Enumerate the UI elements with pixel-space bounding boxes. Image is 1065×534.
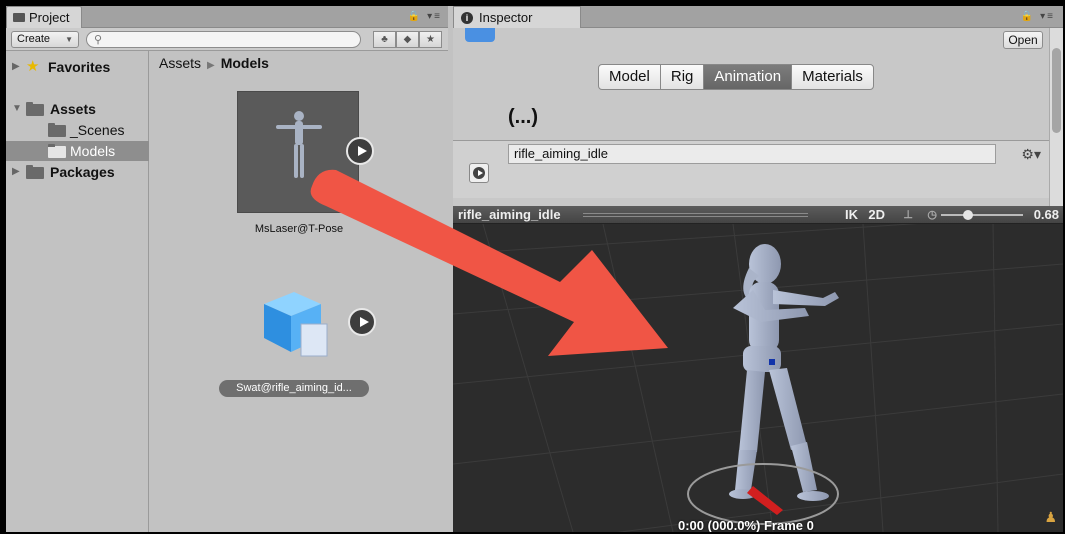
speed-icon: ◷ <box>927 209 937 221</box>
create-button-label: Create <box>17 33 51 45</box>
filter-by-label-icon[interactable]: ◆ <box>396 31 419 48</box>
asset-thumbnail-tpose[interactable] <box>237 91 374 213</box>
speed-value: 0.68 <box>1033 207 1059 222</box>
inspector-scrollbar[interactable] <box>1049 28 1063 206</box>
tab-rig[interactable]: Rig <box>659 64 705 90</box>
folder-icon <box>48 123 66 137</box>
inspector-body: Open Model Rig Animation Materials (...)… <box>453 28 1049 206</box>
tree-item-models-label: Models <box>70 143 116 159</box>
model-cube-icon <box>264 292 328 357</box>
project-folder-icon <box>13 13 25 22</box>
asset-grid: Assets ▶ Models MsLaser@T-Pose Swat@rifl… <box>149 51 448 532</box>
preview-drag-bar[interactable] <box>583 213 808 217</box>
asset-label-tpose: MsLaser@T-Pose <box>254 223 344 235</box>
tab-inspector[interactable]: i Inspector <box>453 6 581 28</box>
asset-label-swat: Swat@rifle_aiming_id... <box>219 380 369 397</box>
tree-item-assets-label: Assets <box>50 101 96 117</box>
tab-inspector-label: Inspector <box>479 10 533 25</box>
preview-clip-name: rifle_aiming_idle <box>458 207 561 222</box>
info-icon: i <box>461 12 473 24</box>
preview-header: rifle_aiming_idle IK 2D ⊥ ◷ 0.68 <box>453 206 1063 224</box>
chevron-down-icon: ▼ <box>65 35 73 44</box>
tab-materials[interactable]: Materials <box>791 64 874 90</box>
tree-item-models[interactable]: Models <box>6 141 149 161</box>
breadcrumb-current[interactable]: Models <box>221 55 269 71</box>
project-toolbar: Create ▼ ⚲ ♣ ◆ ★ <box>6 28 448 51</box>
tree-item-scenes[interactable]: _Scenes <box>6 120 149 140</box>
breadcrumb-root[interactable]: Assets <box>159 55 201 71</box>
tree-item-packages-label: Packages <box>50 164 115 180</box>
gear-icon[interactable]: ⚙▾ <box>1021 146 1041 163</box>
breadcrumb: Assets ▶ Models <box>159 55 269 71</box>
speed-slider-knob[interactable] <box>962 210 973 220</box>
favorite-star-icon[interactable]: ★ <box>419 31 442 48</box>
asset-model-icon[interactable] <box>259 286 329 361</box>
project-tabbar: Project 🔒 ▾≡ <box>6 6 448 28</box>
tab-model[interactable]: Model <box>598 64 661 90</box>
folder-icon <box>26 165 44 179</box>
omitted-content: (...) <box>508 106 538 128</box>
tree-item-favorites[interactable]: ▶ ★ Favorites <box>6 57 149 77</box>
favorites-star-icon: ★ <box>26 58 40 75</box>
animation-preview: rifle_aiming_idle IK 2D ⊥ ◷ 0.68 0:00 (0… <box>453 206 1063 532</box>
import-tabs: Model Rig Animation Materials <box>598 64 874 90</box>
play-icon[interactable] <box>346 137 374 165</box>
clip-name-field[interactable]: rifle_aiming_idle <box>508 144 996 164</box>
lock-menu-icon[interactable]: 🔒 ▾≡ <box>1021 11 1055 22</box>
model-preview-icon <box>465 28 495 42</box>
2d-toggle[interactable]: 2D <box>868 207 885 222</box>
preview-timecode: 0:00 (000.0%) Frame 0 <box>678 518 814 532</box>
avatar-icon[interactable]: ♟ <box>1044 509 1057 526</box>
folder-icon <box>26 102 44 116</box>
project-panel: Project 🔒 ▾≡ Create ▼ ⚲ ♣ ◆ ★ ▶ ★ Favori… <box>6 6 448 532</box>
expand-arrow-icon[interactable]: ▶ <box>12 57 20 77</box>
tree-item-favorites-label: Favorites <box>48 59 111 75</box>
collapse-arrow-icon[interactable]: ▼ <box>12 99 22 119</box>
expand-arrow-icon[interactable]: ▶ <box>12 162 20 182</box>
clip-play-button[interactable] <box>469 163 489 183</box>
filter-buttons: ♣ ◆ ★ <box>373 31 442 48</box>
search-input[interactable]: ⚲ <box>86 31 361 48</box>
pivot-icon[interactable]: ⊥ <box>903 208 913 221</box>
folder-tree: ▶ ★ Favorites ▼ Assets _Scenes Models ▶ … <box>6 51 149 532</box>
search-icon: ⚲ <box>94 34 103 46</box>
create-button[interactable]: Create ▼ <box>11 31 79 48</box>
folder-icon <box>48 144 66 158</box>
open-button[interactable]: Open <box>1003 31 1043 49</box>
lock-menu-icon[interactable]: 🔒 ▾≡ <box>408 11 442 22</box>
tab-project[interactable]: Project <box>6 6 83 28</box>
character-tpose-icon <box>276 111 322 178</box>
scrollbar-thumb[interactable] <box>1052 48 1061 133</box>
play-icon[interactable] <box>348 308 376 336</box>
breadcrumb-separator-icon: ▶ <box>207 60 215 71</box>
tree-item-packages[interactable]: ▶ Packages <box>6 162 149 182</box>
filter-by-type-icon[interactable]: ♣ <box>373 31 396 48</box>
inspector-panel: i Inspector 🔒 ▾≡ Open Model Rig Animatio… <box>453 6 1063 206</box>
speed-slider[interactable] <box>941 210 1023 220</box>
preview-viewport[interactable] <box>453 224 1063 532</box>
tab-project-label: Project <box>29 10 70 25</box>
tab-animation[interactable]: Animation <box>703 64 793 90</box>
tree-item-assets[interactable]: ▼ Assets <box>6 99 149 119</box>
tree-item-scenes-label: _Scenes <box>70 122 125 138</box>
ik-toggle[interactable]: IK <box>845 207 858 222</box>
